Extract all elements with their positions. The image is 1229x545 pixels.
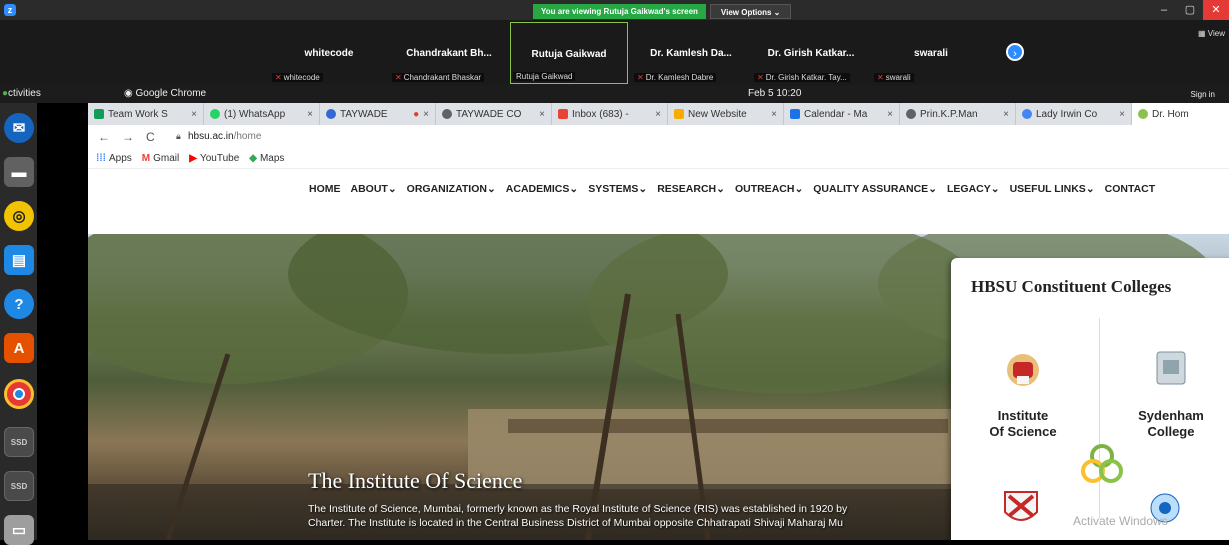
zoom-toolbar: z You are viewing Rutuja Gaikwad's scree… — [0, 0, 1229, 20]
participant-tile[interactable]: swarali ✕ swarali — [872, 22, 990, 84]
college-crest-icon — [1004, 491, 1038, 521]
institute-crest-icon — [1007, 354, 1039, 386]
browser-tab[interactable]: Prin.K.P.Man × — [900, 103, 1016, 125]
help-icon[interactable]: ? — [4, 289, 34, 319]
participant-tile[interactable]: Dr. Kamlesh Da... ✕ Dr. Kamlesh Dabre — [632, 22, 750, 84]
close-tab-icon: × — [191, 108, 197, 120]
ubuntu-top-bar: ●ctivities ◉ Google Chrome Feb 5 10:20 S… — [0, 85, 1229, 103]
close-tab-icon: × — [539, 108, 545, 120]
constituent-colleges-card: HBSU Constituent Colleges Institute Of S… — [951, 258, 1229, 540]
reload-icon[interactable]: C — [146, 130, 155, 144]
hero-description: The Institute of Science, Mumbai, former… — [308, 503, 848, 529]
files-icon[interactable]: ▬ — [4, 157, 34, 187]
maximize-icon[interactable]: ▢ — [1177, 0, 1203, 20]
participants-strip: whitecode ✕ whitecode Chandrakant Bh... ✕… — [0, 20, 1229, 85]
close-tab-icon: × — [655, 108, 661, 120]
close-tab-icon: × — [771, 108, 777, 120]
bookmark-apps[interactable]: ⁞⁞⁞ Apps — [96, 153, 132, 164]
minimize-icon[interactable]: – — [1151, 0, 1177, 20]
gmail-icon: M — [141, 153, 151, 164]
muted-mic-icon: ✕ — [275, 73, 282, 82]
college-institute-of-science[interactable]: Institute Of Science — [973, 348, 1073, 440]
maps-icon: ◆ — [249, 153, 257, 164]
bookmark-maps[interactable]: ◆ Maps — [249, 153, 284, 164]
nav-systems[interactable]: SYSTEMS⌄ — [588, 183, 647, 195]
participant-tile-active[interactable]: Rutuja Gaikwad Rutuja Gaikwad — [510, 22, 628, 84]
close-tab-icon: × — [887, 108, 893, 120]
muted-mic-icon: ✕ — [757, 73, 764, 82]
view-button[interactable]: ▦ View — [1198, 29, 1225, 38]
tab-strip: Team Work S × (1) WhatsApp × TAYWADE ● × TAY… — [88, 103, 1229, 125]
hero-title: The Institute Of Science — [308, 468, 523, 493]
browser-tab[interactable]: Calendar - Ma × — [784, 103, 900, 125]
muted-mic-icon: ✕ — [877, 73, 884, 82]
nav-organization[interactable]: ORGANIZATION⌄ — [407, 183, 496, 195]
nav-about[interactable]: ABOUT⌄ — [351, 183, 397, 195]
participant-tile[interactable]: Dr. Girish Katkar... ✕ Dr. Girish Katkar.… — [752, 22, 870, 84]
close-tab-icon: × — [1003, 108, 1009, 120]
bookmark-youtube[interactable]: ▶ YouTube — [189, 153, 239, 164]
window-controls: – ▢ ✕ — [1151, 0, 1229, 20]
chrome-icon[interactable] — [4, 379, 34, 409]
nav-home[interactable]: HOME — [309, 183, 341, 195]
chrome-small-icon: ◉ — [124, 88, 133, 99]
browser-tab[interactable]: Lady Irwin Co × — [1016, 103, 1132, 125]
college-sydenham[interactable]: Sydenham College — [1121, 348, 1221, 440]
address-bar-row: ← → C 🔒︎ hbsu.ac.in/home — [88, 125, 1229, 149]
writer-icon[interactable]: ▤ — [4, 245, 34, 275]
nav-quality-assurance[interactable]: QUALITY ASSURANCE⌄ — [813, 183, 937, 195]
card-title: HBSU Constituent Colleges — [971, 277, 1172, 296]
url-field[interactable]: hbsu.ac.in/home — [188, 131, 261, 142]
browser-tab[interactable]: (1) WhatsApp × — [204, 103, 320, 125]
browser-tab[interactable]: TAYWADE ● × — [320, 103, 436, 125]
nav-contact[interactable]: CONTACT — [1105, 183, 1156, 195]
hbsu-logo-icon — [1081, 444, 1123, 483]
nav-useful-links[interactable]: USEFUL LINKS⌄ — [1010, 183, 1095, 195]
activities-button[interactable]: ●ctivities — [2, 88, 41, 99]
participant-tile[interactable]: Chandrakant Bh... ✕ Chandrakant Bhaskar — [390, 22, 508, 84]
site-navigation: HOME ABOUT⌄ ORGANIZATION⌄ ACADEMICS⌄ SYS… — [88, 169, 1229, 209]
nav-outreach[interactable]: OUTREACH⌄ — [735, 183, 803, 195]
close-tab-icon: × — [423, 108, 429, 120]
forward-arrow-icon[interactable]: → — [122, 130, 134, 144]
nav-academics[interactable]: ACADEMICS⌄ — [506, 183, 578, 195]
ssd-drive-icon[interactable]: SSD — [4, 471, 34, 501]
back-arrow-icon[interactable]: ← — [98, 130, 110, 144]
app-menu[interactable]: ◉ Google Chrome — [124, 88, 206, 99]
thunderbird-icon[interactable]: ✉ — [4, 113, 34, 143]
activate-windows-watermark: Activate Windows — [1073, 514, 1168, 528]
close-icon[interactable]: ✕ — [1203, 0, 1229, 20]
viewing-screen-label: You are viewing Rutuja Gaikwad's screen — [533, 4, 706, 19]
ubuntu-dock: ✉ ▬ ◎ ▤ ? A SSD SSD ▭ — [0, 103, 37, 545]
browser-tab[interactable]: Team Work S × — [88, 103, 204, 125]
browser-tab-active[interactable]: Dr. Hom — [1132, 103, 1229, 125]
nav-legacy[interactable]: LEGACY⌄ — [947, 183, 1000, 195]
browser-tab[interactable]: TAYWADE CO × — [436, 103, 552, 125]
bookmark-gmail[interactable]: M Gmail — [142, 153, 179, 164]
nav-research[interactable]: RESEARCH⌄ — [657, 183, 725, 195]
sydenham-crest-icon — [1156, 351, 1186, 385]
clock[interactable]: Feb 5 10:20 — [748, 88, 801, 99]
close-tab-icon: × — [1119, 108, 1125, 120]
browser-tab[interactable]: New Website × — [668, 103, 784, 125]
lock-icon: 🔒︎ — [176, 131, 181, 141]
drive-icon[interactable]: ▭ — [4, 515, 34, 545]
screen-share-banner: You are viewing Rutuja Gaikwad's screen … — [533, 4, 792, 19]
bookmarks-bar: ⁞⁞⁞ Apps M Gmail ▶ YouTube ◆ Maps — [88, 149, 1229, 169]
software-center-icon[interactable]: A — [4, 333, 34, 363]
muted-mic-icon: ✕ — [637, 73, 644, 82]
close-tab-icon: × — [307, 108, 313, 120]
zoom-logo-icon: z — [4, 4, 16, 16]
browser-tab[interactable]: Inbox (683) - × — [552, 103, 668, 125]
sign-in-link[interactable]: Sign in — [1191, 90, 1215, 99]
muted-mic-icon: ✕ — [395, 73, 402, 82]
chrome-window: Team Work S × (1) WhatsApp × TAYWADE ● × TAY… — [88, 103, 1229, 540]
next-participants-button[interactable]: › — [1006, 43, 1024, 61]
ssd-drive-icon[interactable]: SSD — [4, 427, 34, 457]
apps-grid-icon: ⁞⁞⁞ — [96, 153, 106, 164]
rhythmbox-icon[interactable]: ◎ — [4, 201, 34, 231]
view-options-button[interactable]: View Options ⌄ — [709, 4, 792, 19]
participant-tile[interactable]: whitecode ✕ whitecode — [270, 22, 388, 84]
youtube-icon: ▶ — [189, 153, 197, 164]
